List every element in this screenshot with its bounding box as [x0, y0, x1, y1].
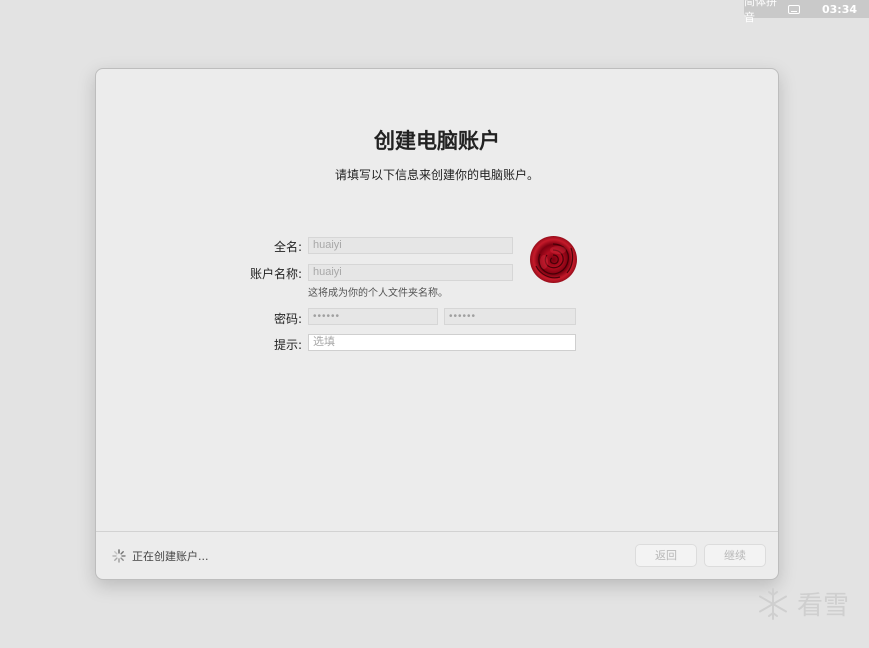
password-label: 密码:	[273, 312, 302, 326]
snowflake-icon	[758, 587, 787, 620]
full-name-label: 全名:	[273, 240, 302, 254]
spinner-icon	[112, 549, 126, 563]
page-title: 创建电脑账户	[374, 129, 500, 153]
status-area: 正在创建账户...	[112, 548, 209, 564]
verify-password-field[interactable]: ••••••	[444, 308, 576, 325]
clock: 03:34	[821, 2, 857, 16]
account-name-field[interactable]: huaiyi	[308, 264, 513, 281]
footer-divider	[96, 531, 778, 532]
back-button[interactable]: 返回	[635, 544, 697, 567]
password-field[interactable]: ••••••	[308, 308, 438, 325]
watermark-text: 看雪	[796, 591, 849, 621]
status-text: 正在创建账户...	[132, 550, 209, 563]
watermark: 看雪	[755, 585, 849, 622]
hint-field[interactable]: 选填	[308, 334, 576, 351]
input-method-label[interactable]: 简体拼音	[744, 0, 782, 25]
page-subtitle: 请填写以下信息来创建你的电脑账户。	[334, 168, 539, 182]
create-account-window: 创建电脑账户 请填写以下信息来创建你的电脑账户。 全名: huaiyi 账户名称…	[95, 68, 779, 580]
account-name-label: 账户名称:	[249, 267, 302, 281]
full-name-field[interactable]: huaiyi	[308, 237, 513, 254]
hint-label: 提示:	[273, 338, 302, 352]
continue-button[interactable]: 继续	[704, 544, 766, 567]
menu-bar: 简体拼音 03:34	[744, 0, 869, 24]
rose-icon	[535, 243, 574, 279]
account-name-note: 这将成为你的个人文件夹名称。	[308, 288, 448, 299]
keyboard-icon[interactable]	[788, 4, 800, 14]
rose-avatar[interactable]	[530, 236, 577, 283]
